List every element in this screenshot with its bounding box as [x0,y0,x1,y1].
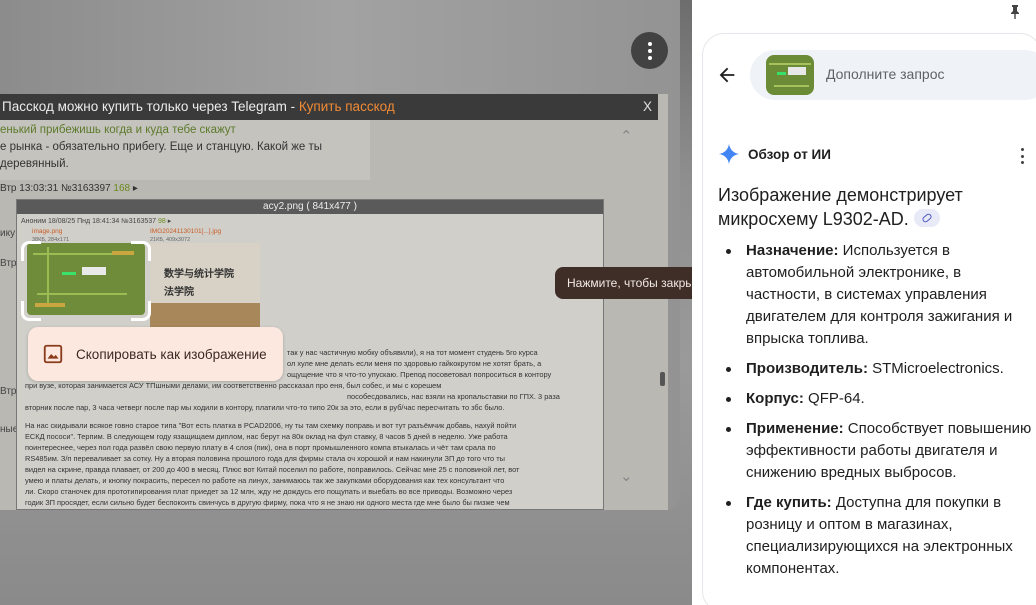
bullet-text: STMicroelectronics. [867,360,1004,377]
scroll-up-icon[interactable]: ⌃ [620,127,633,145]
post-line: поинтереснее, через пол года развёл свою… [25,443,496,452]
post-line: вторник после пар, 3 часа четверг после … [25,403,505,412]
more-options-icon[interactable] [1016,148,1028,164]
campus-photo-thumbnail[interactable]: 数学与统计学院 法学院 [150,243,260,333]
side-label: ику [0,228,16,239]
bullet-label: Применение: [746,420,844,437]
search-image-thumbnail[interactable] [766,55,814,95]
file-link-2[interactable]: IMG20241130101[...].jpg [150,228,221,235]
popup-title: acy2.png ( 841x477 ) [17,200,603,214]
logo-sign-2: 法学院 [164,287,194,298]
logo-sign-1: 数学与统计学院 [164,269,234,280]
post-line: пособесдовались, нас взяли на кропальста… [347,392,560,401]
post-line: так у нас частичную мобку объявили), я н… [287,348,538,357]
popup-meta: Аноним 18/08/25 Пнд 18:41:34 №3163537 98… [21,218,172,225]
post-line: RS485им. З/п переваливает за сотку. Ну а… [25,454,505,463]
ai-overview-header: Обзор от ИИ [718,143,831,165]
pin-icon[interactable] [1008,4,1022,20]
side-label: Втр [0,386,17,397]
popup-meta-text: Аноним 18/08/25 Пнд 18:41:34 №3163537 [21,218,157,225]
list-item: Корпус: QFP-64. [722,388,1034,410]
post-line: ли. Скоро станочек для прототипирования … [25,487,513,496]
close-tooltip: Нажмите, чтобы закрыть [555,267,692,299]
search-input[interactable]: Дополните запрос [826,66,945,82]
post-line: На нас скидывали всякое говно старое тип… [25,421,517,430]
post-line: видел на скрине, правда плавает, от 200 … [25,465,520,474]
image-viewer: Пасскод можно купить только через Telegr… [0,0,692,605]
list-item: Где купить: Доступна для покупки в розни… [722,492,1034,580]
post-line: ол хуле мне делать если меня по здоровью… [287,359,542,368]
post-line: умею и платы делать, и кнопку покрасить,… [25,476,505,485]
copy-as-image-button[interactable]: Скопировать как изображение [28,327,283,381]
ai-summary: Изображение демонстрирует микросхему L93… [718,183,1018,231]
sparkle-icon [718,143,740,165]
bullet-label: Где купить: [746,494,832,511]
post-meta-num: 168 [113,183,131,194]
copy-as-image-label: Скопировать как изображение [76,346,267,362]
file-link-1[interactable]: image.png [32,228,62,235]
side-label: Втр [0,258,17,269]
ai-bullets: Назначение: Используется в автомобильной… [722,240,1034,588]
bullet-label: Производитель: [746,360,868,377]
popup-meta-num: 98 [158,218,166,225]
bullet-text: QFP-64. [803,390,865,407]
list-item: Производитель: STMicroelectronics. [722,358,1034,380]
post-line: годик ЗП просядет, если сильно будет бес… [25,498,510,507]
post-quote: енький прибежишь когда и куда тебе скажу… [0,124,236,136]
post-line: при вузе, которая занимается АСУ ТПшными… [25,381,442,390]
ai-overview-title: Обзор от ИИ [748,146,831,162]
arrow-back-icon[interactable] [716,64,738,86]
post-meta-text: Втр 13:03:31 №3163397 [0,183,111,194]
more-vert-icon[interactable] [631,32,668,69]
banner-text: Пасскод можно купить только через Telegr… [2,99,299,114]
post-line: ЕСКД пососи". Терпим. В следующем году я… [25,432,508,441]
post-line: ощущение что я что-то упускаю. Препод по… [287,370,552,379]
page-banner: Пасскод можно купить только через Telegr… [0,94,658,120]
post-text: е рынка - обязательно прибегу. Еще и ста… [0,141,323,170]
scrollbar[interactable] [660,372,665,386]
post-snippet: енький прибежишь когда и куда тебе скажу… [0,120,370,180]
list-item: Применение: Способствует повышению эффек… [722,418,1034,484]
post-meta: Втр 13:03:31 №3163397 168 ▸ [0,183,138,194]
banner-close-button[interactable]: X [643,94,652,120]
scroll-down-icon[interactable]: ⌄ [620,467,633,485]
bullet-label: Назначение: [746,242,839,259]
link-icon[interactable] [913,209,940,227]
list-item: Назначение: Используется в автомобильной… [722,240,1034,350]
bullet-label: Корпус: [746,390,804,407]
image-icon [43,344,63,364]
buy-passcode-link[interactable]: Купить пасскод [299,99,395,114]
selection-frame[interactable] [21,241,151,321]
